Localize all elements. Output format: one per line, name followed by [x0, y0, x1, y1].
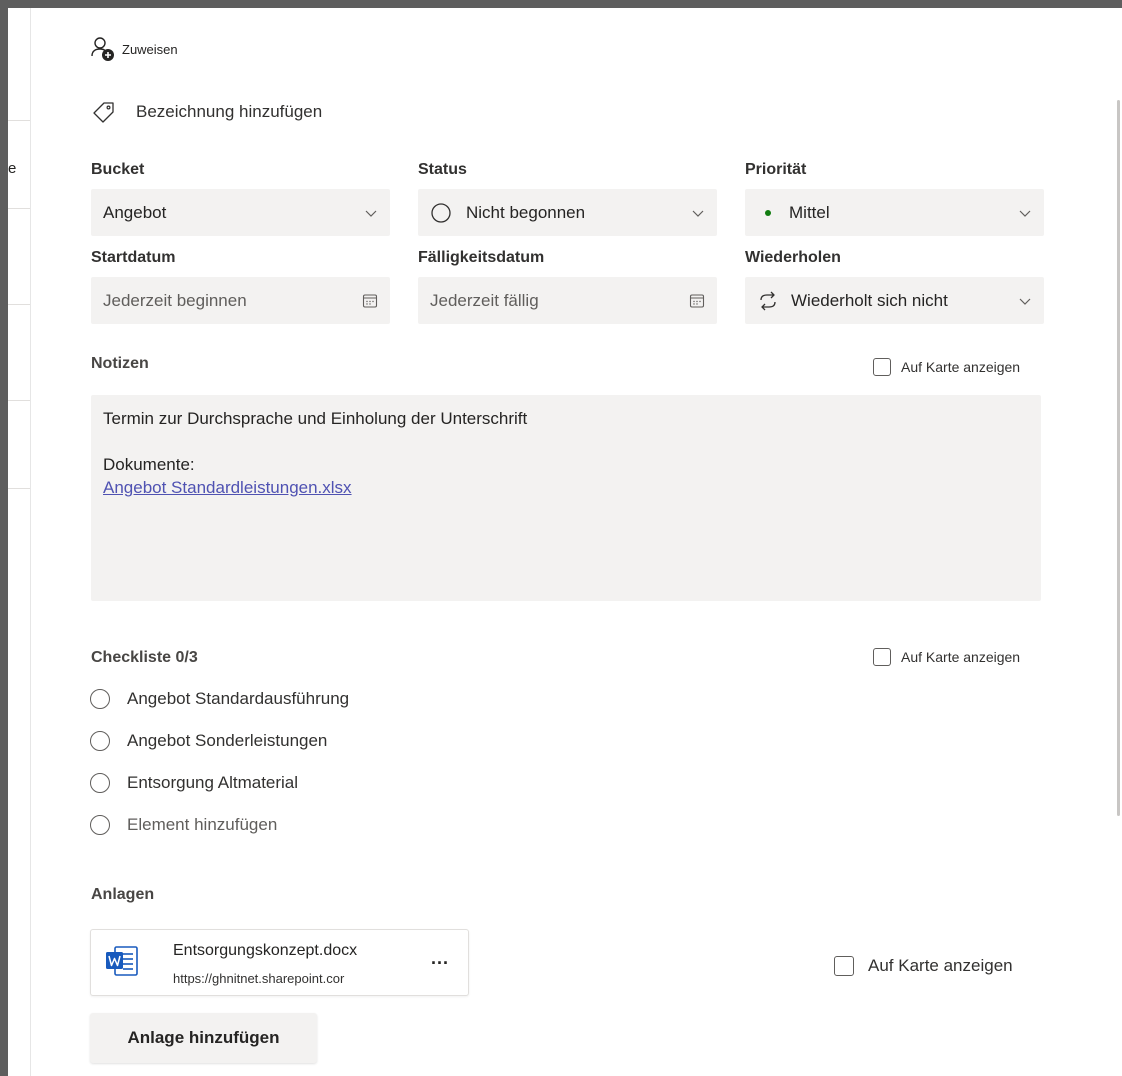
window-frame-left [0, 0, 8, 1076]
add-attachment-button[interactable]: Anlage hinzufügen [90, 1013, 317, 1063]
due-date-placeholder: Jederzeit fällig [430, 290, 539, 310]
background-divider [8, 120, 30, 121]
not-started-circle-icon [431, 202, 451, 223]
attachment-url: https://ghnitnet.sharepoint.cor [173, 971, 345, 986]
start-date-placeholder: Jederzeit beginnen [103, 290, 247, 310]
person-add-icon [91, 37, 114, 61]
due-date-label: Fälligkeitsdatum [418, 249, 545, 266]
checklist-show-on-card-checkbox[interactable]: Auf Karte anzeigen [873, 648, 1020, 666]
checklist-item-checkbox[interactable] [90, 731, 110, 751]
tag-icon [93, 102, 114, 123]
priority-select[interactable]: Mittel [745, 189, 1044, 236]
add-checklist-item-input[interactable]: Element hinzufügen [90, 812, 349, 838]
calendar-icon [689, 293, 705, 308]
calendar-icon [362, 293, 378, 308]
attachment-filename: Entsorgungskonzept.docx [173, 942, 358, 959]
notes-show-on-card-checkbox[interactable]: Auf Karte anzeigen [873, 358, 1020, 376]
notes-line: Dokumente: [103, 455, 195, 474]
chevron-down-icon [365, 210, 377, 217]
background-text-fragment: e [8, 160, 17, 177]
checkbox-label: Auf Karte anzeigen [901, 359, 1021, 375]
notes-line: Termin zur Durchsprache und Einholung de… [103, 409, 528, 428]
chevron-down-icon [1019, 210, 1031, 217]
notes-document-link[interactable]: Angebot Standardleistungen.xlsx [103, 478, 352, 497]
notes-blank-line [103, 430, 1029, 453]
checklist-item-label[interactable]: Angebot Standardausführung [127, 689, 349, 709]
background-divider [8, 488, 30, 489]
checklist-item[interactable]: Angebot Standardausführung [90, 686, 349, 712]
start-date-label: Startdatum [91, 249, 176, 266]
more-options-icon[interactable]: ... [431, 948, 449, 969]
priority-medium-dot-icon [765, 209, 771, 216]
add-label-button[interactable]: Bezeichnung hinzufügen [92, 99, 322, 125]
bucket-value: Angebot [103, 202, 167, 222]
attachment-card[interactable]: Entsorgungskonzept.docx https://ghnitnet… [90, 929, 469, 996]
background-board: e [8, 8, 31, 1076]
checkbox-box[interactable] [873, 358, 891, 376]
chevron-down-icon [692, 210, 704, 217]
checklist: Angebot Standardausführung Angebot Sonde… [90, 686, 349, 838]
priority-value: Mittel [789, 202, 830, 222]
checkbox-box[interactable] [834, 956, 854, 976]
add-attachment-label: Anlage hinzufügen [127, 1028, 280, 1047]
bucket-label: Bucket [91, 161, 145, 178]
notes-textarea[interactable]: Termin zur Durchsprache und Einholung de… [91, 395, 1041, 601]
status-select[interactable]: Nicht begonnen [418, 189, 717, 236]
checkbox-label: Auf Karte anzeigen [868, 956, 1013, 975]
checklist-item[interactable]: Angebot Sonderleistungen [90, 728, 349, 754]
start-date-picker[interactable]: Jederzeit beginnen [91, 277, 390, 324]
background-divider [8, 400, 30, 401]
due-date-picker[interactable]: Jederzeit fällig [418, 277, 717, 324]
checkbox-box[interactable] [873, 648, 891, 666]
checklist-title: Checkliste 0/3 [91, 649, 198, 666]
window-frame-top [0, 0, 1122, 8]
background-divider [8, 304, 30, 305]
add-item-placeholder[interactable]: Element hinzufügen [127, 815, 277, 835]
repeat-icon [760, 291, 776, 310]
repeat-value: Wiederholt sich nicht [791, 290, 948, 310]
word-file-icon [106, 946, 138, 976]
checklist-item-checkbox [90, 815, 110, 835]
attachments-title: Anlagen [91, 886, 155, 903]
notes-title: Notizen [91, 355, 149, 372]
checkbox-label: Auf Karte anzeigen [901, 649, 1021, 665]
scrollbar[interactable] [1117, 100, 1120, 816]
chevron-down-icon [1019, 298, 1031, 305]
attachment-show-on-card-checkbox[interactable]: Auf Karte anzeigen [834, 956, 1013, 976]
checklist-item-checkbox[interactable] [90, 773, 110, 793]
checklist-item-label[interactable]: Angebot Sonderleistungen [127, 731, 327, 751]
bucket-select[interactable]: Angebot [91, 189, 390, 236]
status-value: Nicht begonnen [466, 202, 586, 222]
checklist-item-label[interactable]: Entsorgung Altmaterial [127, 773, 298, 793]
checklist-item-checkbox[interactable] [90, 689, 110, 709]
assign-label: Zuweisen [122, 41, 178, 57]
assign-button[interactable]: Zuweisen [90, 36, 178, 62]
checklist-item[interactable]: Entsorgung Altmaterial [90, 770, 349, 796]
repeat-select[interactable]: Wiederholt sich nicht [745, 277, 1044, 324]
priority-label: Priorität [745, 161, 807, 178]
add-label-text: Bezeichnung hinzufügen [136, 102, 323, 121]
repeat-label: Wiederholen [745, 249, 841, 266]
background-divider [8, 208, 30, 209]
status-label: Status [418, 161, 467, 178]
